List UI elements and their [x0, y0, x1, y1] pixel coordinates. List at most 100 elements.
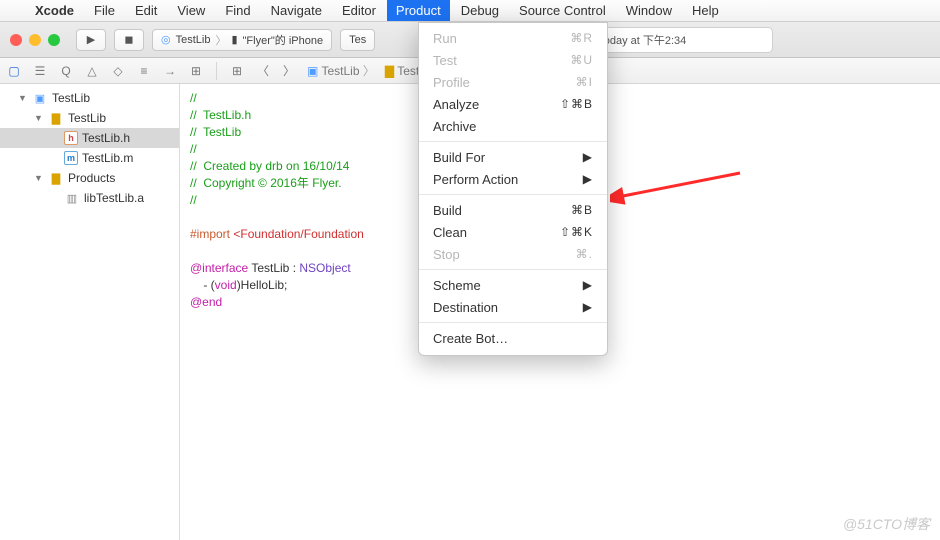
menu-window[interactable]: Window	[617, 0, 681, 21]
menu-view[interactable]: View	[168, 0, 214, 21]
file-testlib-m[interactable]: m TestLib.m	[0, 148, 179, 168]
scheme-device-label: "Flyer"的 iPhone	[243, 32, 324, 48]
menu-separator	[419, 141, 607, 142]
menu-separator	[419, 322, 607, 323]
zoom-icon[interactable]	[48, 34, 60, 46]
forward-icon[interactable]: 〉	[281, 62, 297, 79]
menu-item-create-bot-[interactable]: Create Bot…	[419, 327, 607, 349]
code-line: //	[190, 142, 197, 156]
run-button[interactable]: ▶	[76, 29, 106, 51]
menu-item-run: Run⌘R	[419, 27, 607, 49]
menu-item-profile: Profile ⌘I	[419, 71, 607, 93]
menu-item-build-for[interactable]: Build For▶	[419, 146, 607, 168]
debug-navigator-icon[interactable]: ≡	[136, 64, 152, 78]
code-token: @interface	[190, 261, 248, 275]
folder-icon: ▇	[48, 171, 64, 185]
folder-icon: ▇	[385, 64, 394, 78]
menu-item-label: Clean	[433, 225, 467, 240]
back-icon[interactable]: 〈	[255, 62, 271, 79]
submenu-arrow-icon: ▶	[583, 278, 593, 292]
menu-file[interactable]: File	[85, 0, 124, 21]
jumpbar-crumb-project[interactable]: ▣ TestLib 〉	[307, 62, 375, 79]
report-navigator-icon[interactable]: ⊞	[188, 64, 204, 78]
project-navigator-icon[interactable]: ▢	[6, 64, 22, 78]
menu-shortcut: ⌘R	[570, 31, 593, 45]
phone-icon: ▮	[231, 33, 237, 46]
code-line: // Created by drb on 16/10/14	[190, 159, 349, 173]
symbol-navigator-icon[interactable]: ☰	[32, 64, 48, 78]
menu-navigate[interactable]: Navigate	[262, 0, 331, 21]
breakpoint-navigator-icon[interactable]: →	[162, 64, 178, 78]
test-navigator-icon[interactable]: ◇	[110, 64, 126, 78]
scheme-selector[interactable]: ◎ TestLib 〉 ▮ "Flyer"的 iPhone	[152, 29, 332, 51]
code-token: #import	[190, 227, 233, 241]
folder-icon: ▇	[48, 111, 64, 125]
menu-item-label: Test	[433, 53, 457, 68]
menu-item-label: Scheme	[433, 278, 481, 293]
project-icon: ▣	[307, 64, 318, 78]
row-label: TestLib	[68, 111, 106, 125]
menu-shortcut: ⌘.	[576, 247, 593, 261]
menu-separator	[419, 269, 607, 270]
code-token: - (	[190, 278, 215, 292]
menu-product[interactable]: Product	[387, 0, 450, 21]
menu-item-label: Profile	[433, 75, 470, 90]
menu-item-label: Destination	[433, 300, 498, 315]
product-lib[interactable]: ▥ libTestLib.a	[0, 188, 179, 208]
menu-shortcut: ⌘I	[576, 75, 593, 89]
menu-shortcut: ⌘B	[571, 203, 593, 217]
menu-item-clean[interactable]: Clean ⇧⌘K	[419, 221, 607, 243]
editor-grid-icon[interactable]: ⊞	[229, 64, 245, 78]
stop-button[interactable]: ◼	[114, 29, 144, 51]
activity-status: Today at 下午2:34	[583, 27, 773, 53]
menu-debug[interactable]: Debug	[452, 0, 508, 21]
status-fragment: Tes	[340, 29, 375, 51]
menu-item-label: Analyze	[433, 97, 479, 112]
disclosure-icon[interactable]: ▼	[18, 93, 28, 103]
menu-source-control[interactable]: Source Control	[510, 0, 615, 21]
find-navigator-icon[interactable]: Q	[58, 64, 74, 78]
close-icon[interactable]	[10, 34, 22, 46]
menu-item-build[interactable]: Build ⌘B	[419, 199, 607, 221]
file-testlib-h[interactable]: h TestLib.h	[0, 128, 179, 148]
menu-item-analyze[interactable]: Analyze ⇧⌘B	[419, 93, 607, 115]
minimize-icon[interactable]	[29, 34, 41, 46]
menu-help[interactable]: Help	[683, 0, 728, 21]
menu-shortcut: ⇧⌘B	[560, 97, 593, 111]
menu-item-perform-action[interactable]: Perform Action▶	[419, 168, 607, 190]
group-products[interactable]: ▼ ▇ Products	[0, 168, 179, 188]
issue-navigator-icon[interactable]: △	[84, 64, 100, 78]
code-line: // TestLib.h	[190, 108, 251, 122]
code-token: @end	[190, 295, 222, 309]
group-testlib[interactable]: ▼ ▇ TestLib	[0, 108, 179, 128]
code-line: // TestLib	[190, 125, 241, 139]
archive-icon: ▥	[64, 191, 80, 205]
code-line: // Copyright © 2016年 Flyer.	[190, 176, 345, 190]
menu-item-archive[interactable]: Archive	[419, 115, 607, 137]
menu-edit[interactable]: Edit	[126, 0, 166, 21]
menu-item-label: Build	[433, 203, 462, 218]
app-menu[interactable]: Xcode	[26, 0, 83, 21]
disclosure-icon[interactable]: ▼	[34, 173, 44, 183]
row-label: TestLib	[52, 91, 90, 105]
menu-item-destination[interactable]: Destination▶	[419, 296, 607, 318]
chevron-right-icon: 〉	[363, 64, 375, 78]
row-label: TestLib.h	[82, 131, 130, 145]
menu-editor[interactable]: Editor	[333, 0, 385, 21]
code-line: //	[190, 91, 197, 105]
menu-shortcut: ⇧⌘K	[560, 225, 593, 239]
divider	[216, 62, 217, 80]
menu-item-stop: Stop⌘.	[419, 243, 607, 265]
row-label: libTestLib.a	[84, 191, 144, 205]
menu-find[interactable]: Find	[216, 0, 259, 21]
project-root[interactable]: ▼ ▣ TestLib	[0, 88, 179, 108]
disclosure-icon[interactable]: ▼	[34, 113, 44, 123]
watermark: @51CTO博客	[843, 514, 930, 534]
crumb-label: TestLib	[321, 64, 359, 78]
code-token: TestLib :	[248, 261, 299, 275]
submenu-arrow-icon: ▶	[583, 172, 593, 186]
menu-separator	[419, 194, 607, 195]
product-menu-dropdown: Run⌘RTest⌘UProfile⌘IAnalyze⇧⌘BArchiveBui…	[418, 22, 608, 356]
menu-item-scheme[interactable]: Scheme ▶	[419, 274, 607, 296]
status-fragment-text: Tes	[349, 34, 366, 46]
